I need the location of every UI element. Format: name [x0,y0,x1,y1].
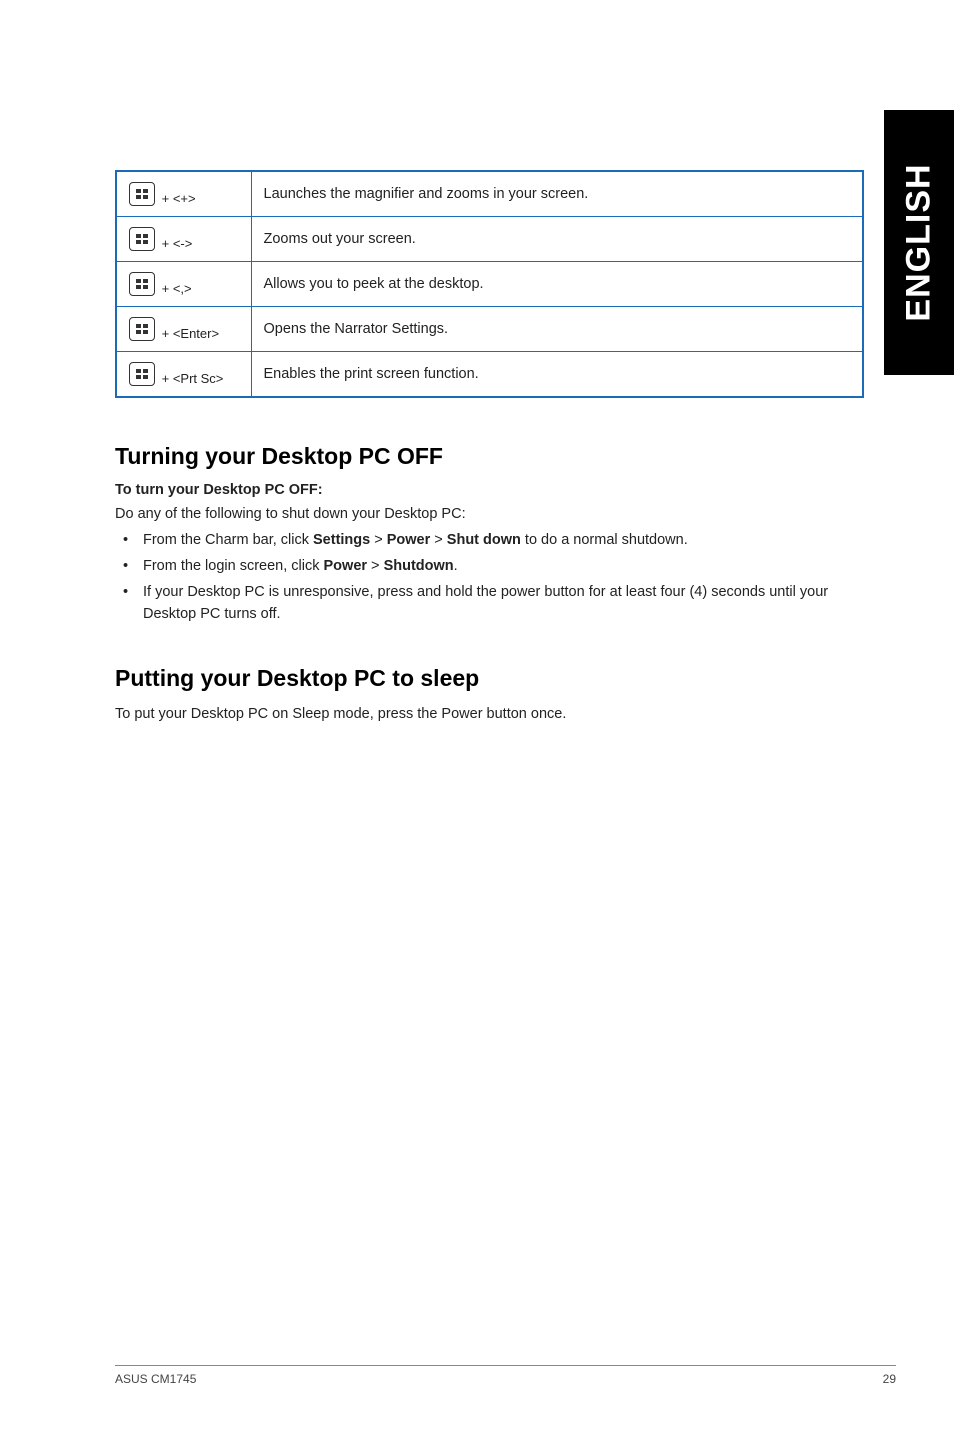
key-suffix: + <-> [158,236,192,251]
list-item: From the login screen, click Power > Shu… [115,556,864,578]
windows-key-icon [129,317,155,341]
key-suffix: + <Enter> [158,326,219,341]
language-tab: ENGLISH [884,110,954,375]
table-row: + <+> Launches the magnifier and zooms i… [116,171,863,217]
table-row: + <Prt Sc> Enables the print screen func… [116,352,863,398]
language-tab-text: ENGLISH [900,163,939,321]
section-heading: Turning your Desktop PC OFF [115,443,864,470]
windows-key-icon [129,362,155,386]
bullet-text: From the login screen, click [143,558,324,574]
shortcut-key-cell: + <,> [116,262,251,307]
list-item: From the Charm bar, click Settings > Pow… [115,530,864,552]
shortcut-description: Enables the print screen function. [251,352,863,398]
windows-key-icon [129,182,155,206]
shortcut-description: Allows you to peek at the desktop. [251,262,863,307]
table-row: + <-> Zooms out your screen. [116,217,863,262]
shortcut-table: + <+> Launches the magnifier and zooms i… [115,170,864,398]
shortcut-description: Opens the Narrator Settings. [251,307,863,352]
key-suffix: + <,> [158,281,192,296]
bullet-list: From the Charm bar, click Settings > Pow… [115,530,864,625]
key-suffix: + <+> [158,191,196,206]
shortcut-key-cell: + <Prt Sc> [116,352,251,398]
section-body: To put your Desktop PC on Sleep mode, pr… [115,704,864,724]
bullet-bold: Shutdown [384,558,454,574]
table-row: + <,> Allows you to peek at the desktop. [116,262,863,307]
section-subheading: To turn your Desktop PC OFF: [115,482,864,498]
bullet-bold: Settings [313,532,370,548]
bullet-text: > [430,532,447,548]
bullet-text: to do a normal shutdown. [521,532,688,548]
list-item: If your Desktop PC is unresponsive, pres… [115,582,864,626]
windows-key-icon [129,227,155,251]
bullet-bold: Power [387,532,431,548]
bullet-text: > [370,532,387,548]
section-sleep: Putting your Desktop PC to sleep To put … [115,665,864,724]
shortcut-description: Launches the magnifier and zooms in your… [251,171,863,217]
page-content: + <+> Launches the magnifier and zooms i… [0,0,954,725]
section-heading: Putting your Desktop PC to sleep [115,665,864,692]
shortcut-key-cell: + <Enter> [116,307,251,352]
bullet-text: From the Charm bar, click [143,532,313,548]
windows-key-icon [129,272,155,296]
section-intro: Do any of the following to shut down you… [115,504,864,524]
footer-right: 29 [883,1372,896,1386]
bullet-text: If your Desktop PC is unresponsive, pres… [143,584,828,622]
shortcut-key-cell: + <-> [116,217,251,262]
bullet-bold: Shut down [447,532,521,548]
key-suffix: + <Prt Sc> [158,371,223,386]
bullet-bold: Power [324,558,368,574]
bullet-text: . [454,558,458,574]
page-footer: ASUS CM1745 29 [115,1365,896,1386]
footer-left: ASUS CM1745 [115,1372,196,1386]
table-row: + <Enter> Opens the Narrator Settings. [116,307,863,352]
shortcut-description: Zooms out your screen. [251,217,863,262]
shortcut-key-cell: + <+> [116,171,251,217]
bullet-text: > [367,558,384,574]
